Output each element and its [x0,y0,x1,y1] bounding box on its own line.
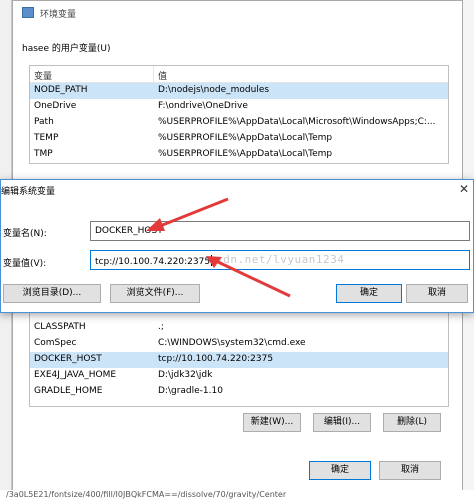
arrow-to-name-input [146,197,229,231]
arrow-to-value-input [206,256,291,298]
annotation-arrows [146,197,291,298]
footer-url: /3a0L5E21/fontsize/400/fill/I0JBQkFCMA==… [0,490,474,499]
